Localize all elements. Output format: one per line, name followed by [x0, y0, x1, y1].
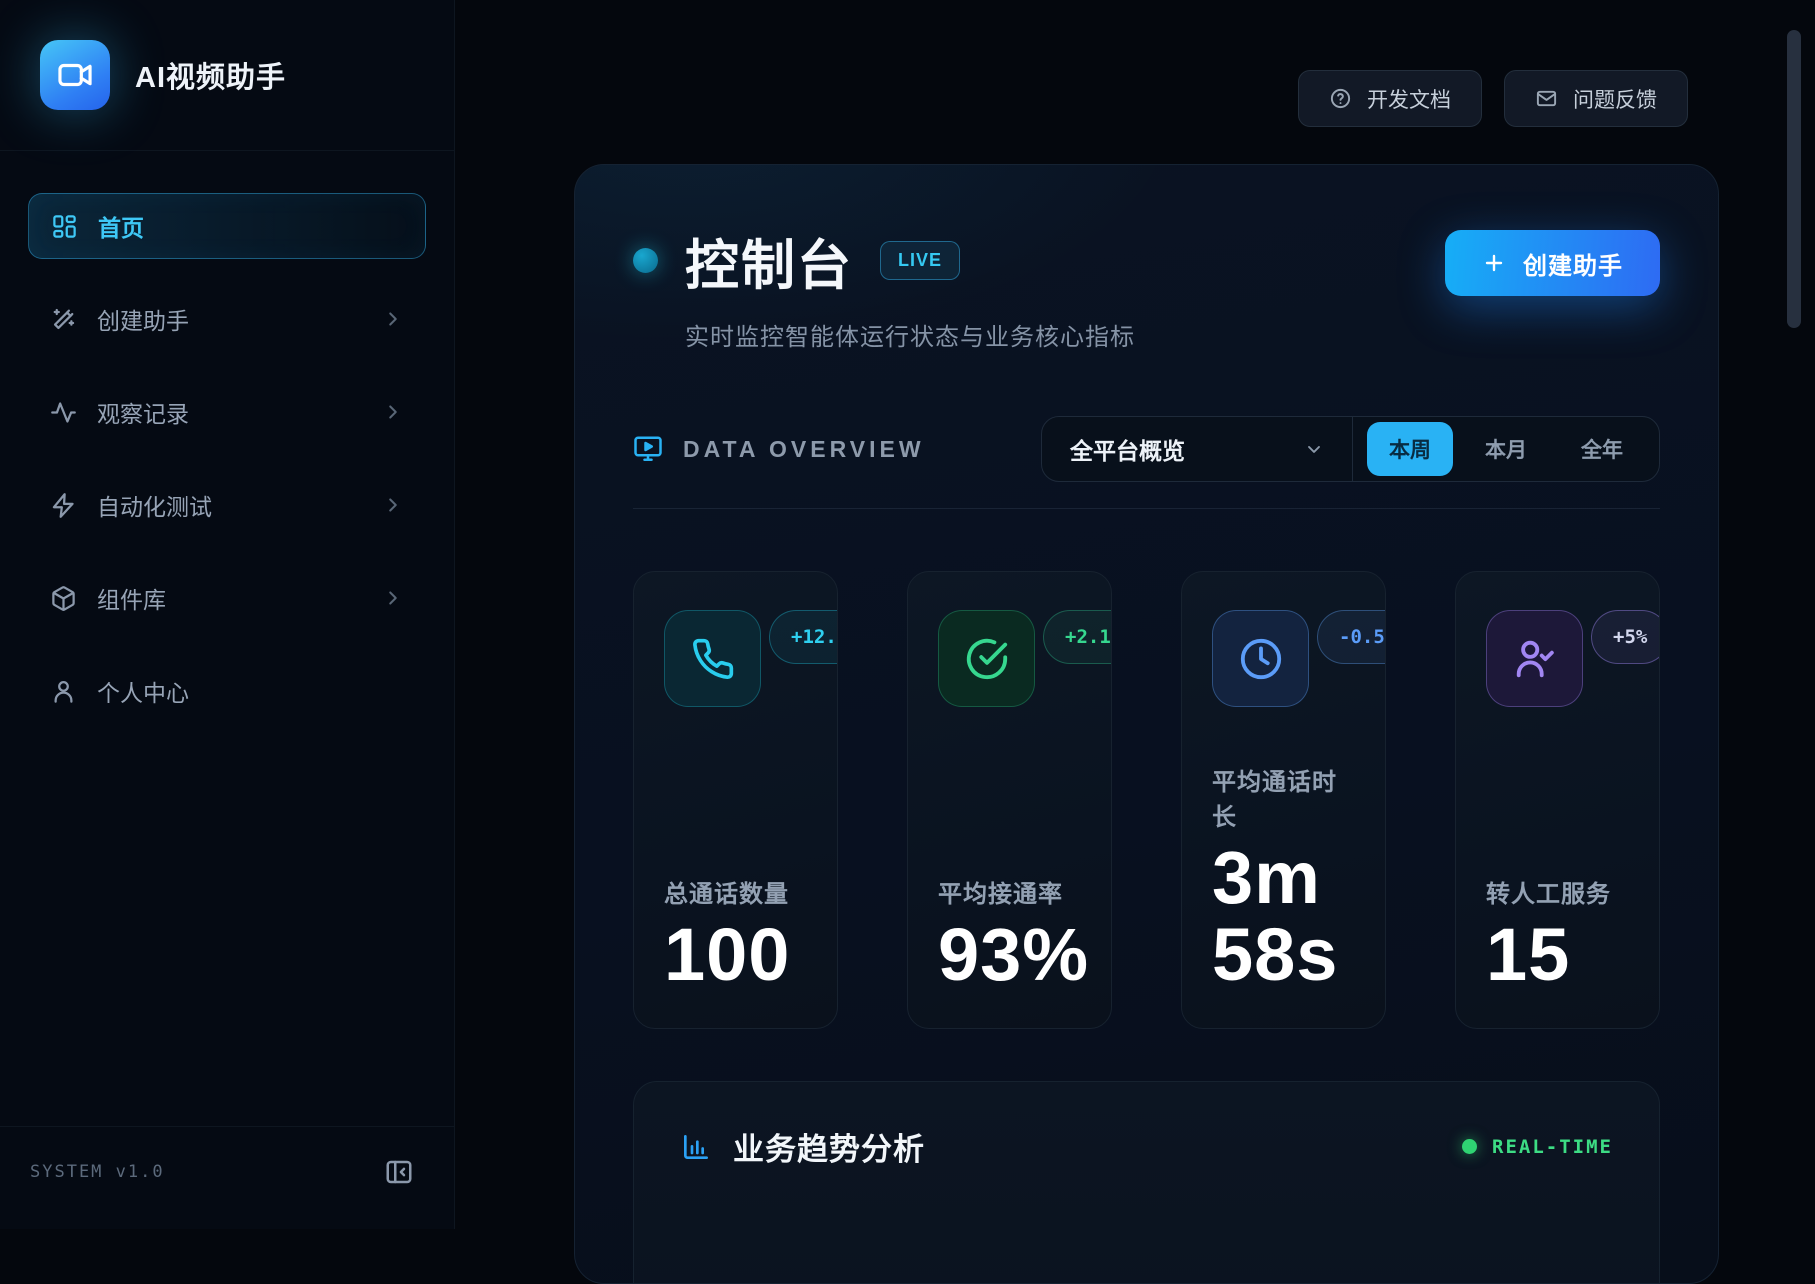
feedback-label: 问题反馈 [1573, 84, 1657, 114]
trend-section: 业务趋势分析 REAL-TIME [633, 1081, 1660, 1284]
trend-title: 业务趋势分析 [733, 1124, 925, 1169]
sidebar-item-home[interactable]: 首页 [28, 193, 426, 259]
stat-label: 平均接通率 [938, 874, 1081, 909]
zap-icon [50, 492, 77, 519]
tab-full-year[interactable]: 全年 [1559, 422, 1645, 476]
monitor-play-icon [633, 434, 663, 464]
wand-icon [50, 306, 77, 333]
live-badge: LIVE [880, 241, 960, 280]
realtime-status: REAL-TIME [1462, 1136, 1613, 1158]
status-dot [633, 248, 658, 273]
page-title: 控制台 [685, 221, 853, 300]
tab-this-month[interactable]: 本月 [1463, 422, 1549, 476]
stat-value-line: 3m [1212, 840, 1355, 917]
brand: AI视频助手 [0, 0, 454, 151]
realtime-label: REAL-TIME [1492, 1136, 1613, 1158]
sidebar: AI视频助手 首页 创建助手 [0, 0, 455, 1229]
bar-chart-icon [680, 1131, 712, 1163]
user-icon [50, 678, 77, 705]
sidebar-item-create-assistant[interactable]: 创建助手 [28, 286, 426, 352]
section-label: DATA OVERVIEW [683, 436, 925, 463]
stat-label: 转人工服务 [1486, 874, 1629, 909]
platform-select-value: 全平台概览 [1070, 432, 1185, 466]
stat-card-total-calls: +12.5% 总通话数量 100 [633, 571, 838, 1029]
cube-icon [50, 585, 77, 612]
stat-label: 总通话数量 [664, 874, 807, 909]
sidebar-item-label: 观察记录 [97, 395, 189, 429]
mail-icon [1535, 87, 1558, 110]
app-title: AI视频助手 [135, 54, 286, 96]
sidebar-item-profile[interactable]: 个人中心 [28, 658, 426, 724]
tab-this-week[interactable]: 本周 [1367, 422, 1453, 476]
dev-docs-label: 开发文档 [1367, 84, 1451, 114]
chevron-right-icon [382, 401, 404, 423]
dashboard-icon [51, 213, 78, 240]
sidebar-nav: 首页 创建助手 观察记录 [0, 151, 454, 724]
activity-icon [50, 399, 77, 426]
data-overview-row: DATA OVERVIEW 全平台概览 本周 本月 全年 [633, 416, 1660, 482]
stat-card-human-transfer: +5% 转人工服务 15 [1455, 571, 1660, 1029]
console-panel: 控制台 LIVE 实时监控智能体运行状态与业务核心指标 创建助手 [574, 164, 1719, 1284]
panel-collapse-icon [384, 1157, 414, 1187]
sidebar-item-label: 组件库 [97, 581, 166, 615]
user-check-icon [1486, 610, 1583, 707]
chevron-right-icon [382, 308, 404, 330]
sidebar-item-observation-log[interactable]: 观察记录 [28, 379, 426, 445]
topbar: 开发文档 问题反馈 [455, 0, 1815, 127]
delta-badge: +2.1% [1043, 610, 1112, 664]
page-subtitle: 实时监控智能体运行状态与业务核心指标 [685, 317, 1135, 352]
stat-value-line: 58s [1212, 917, 1355, 994]
stat-value: 100 [664, 917, 807, 994]
phone-icon [664, 610, 761, 707]
stat-card-answer-rate: +2.1% 平均接通率 93% [907, 571, 1112, 1029]
sidebar-footer: SYSTEM v1.0 [0, 1126, 454, 1229]
delta-badge: -0.5% [1317, 610, 1386, 664]
sidebar-item-label: 个人中心 [97, 674, 189, 708]
stat-value: 93% [938, 917, 1081, 994]
main-area: 开发文档 问题反馈 控制台 LIVE 实时监控智能体运行状态与业务核心指标 [455, 0, 1815, 1229]
stat-value: 3m 58s [1212, 840, 1355, 994]
delta-badge: +5% [1591, 610, 1660, 664]
scrollbar[interactable] [1787, 30, 1801, 328]
chevron-right-icon [382, 587, 404, 609]
stat-label: 平均通话时长 [1212, 762, 1355, 832]
sidebar-item-label: 创建助手 [97, 302, 189, 336]
range-tabs: 本周 本月 全年 [1353, 417, 1659, 481]
clock-icon [1212, 610, 1309, 707]
plus-icon [1482, 251, 1506, 275]
video-camera-icon [56, 56, 94, 94]
sidebar-item-component-library[interactable]: 组件库 [28, 565, 426, 631]
chevron-down-icon [1304, 439, 1324, 459]
console-header: 控制台 LIVE 实时监控智能体运行状态与业务核心指标 创建助手 [633, 221, 1660, 352]
platform-select[interactable]: 全平台概览 [1042, 417, 1352, 481]
sidebar-item-label: 自动化测试 [97, 488, 212, 522]
dev-docs-button[interactable]: 开发文档 [1298, 70, 1482, 127]
sidebar-item-automation-test[interactable]: 自动化测试 [28, 472, 426, 538]
delta-badge: +12.5% [769, 610, 838, 664]
create-assistant-label: 创建助手 [1523, 246, 1623, 281]
check-circle-icon [938, 610, 1035, 707]
app-logo [40, 40, 110, 110]
green-status-dot [1462, 1139, 1477, 1154]
stat-value: 15 [1486, 917, 1629, 994]
feedback-button[interactable]: 问题反馈 [1504, 70, 1688, 127]
chevron-right-icon [382, 494, 404, 516]
divider [633, 508, 1660, 509]
overview-controls: 全平台概览 本周 本月 全年 [1041, 416, 1660, 482]
stat-cards: +12.5% 总通话数量 100 +2.1% 平均接通率 93% [633, 571, 1660, 1029]
sidebar-item-label: 首页 [98, 209, 144, 243]
create-assistant-button[interactable]: 创建助手 [1445, 230, 1660, 296]
sidebar-collapse-button[interactable] [384, 1157, 414, 1187]
stat-card-avg-duration: -0.5% 平均通话时长 3m 58s [1181, 571, 1386, 1029]
system-version: SYSTEM v1.0 [30, 1162, 165, 1182]
help-circle-icon [1329, 87, 1352, 110]
